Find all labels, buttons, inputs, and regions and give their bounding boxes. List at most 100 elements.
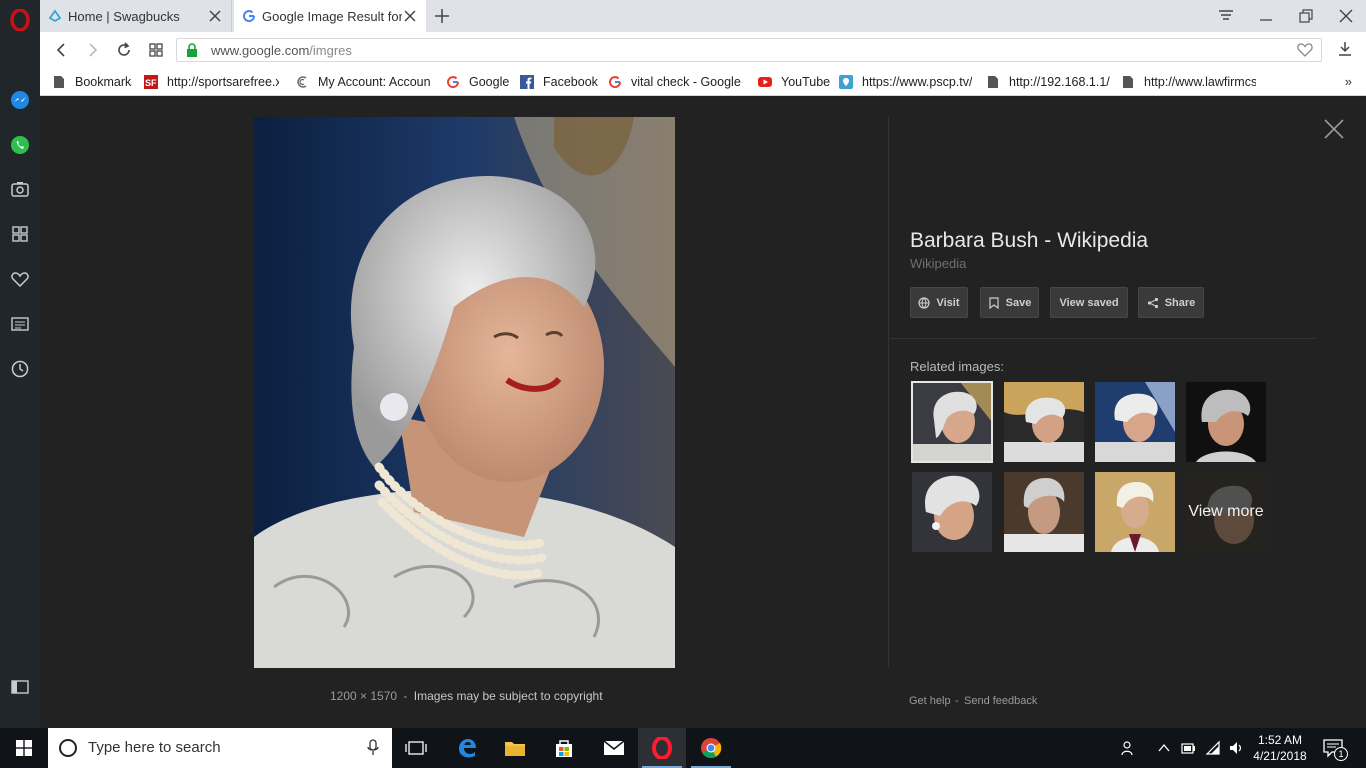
edge-icon [459,739,476,758]
chrome-app[interactable] [687,728,735,768]
get-help-link[interactable]: Get help [909,695,951,707]
wifi-icon[interactable] [1205,740,1221,756]
separator: - [403,689,408,703]
save-button[interactable]: Save [980,287,1039,318]
people-icon[interactable] [1121,740,1137,756]
search-placeholder: Type here to search [88,739,221,756]
bookmark-item[interactable]: My Account: Account [295,74,435,90]
tiles-icon[interactable] [146,40,166,60]
chevron-up-icon[interactable] [1156,740,1172,756]
volume-icon[interactable] [1228,740,1244,756]
forward-icon[interactable] [82,40,102,60]
chrome-icon [701,738,722,759]
sf-icon: SF [144,75,158,89]
snapshot-camera-icon[interactable] [8,177,32,201]
visit-button[interactable]: Visit [910,287,968,318]
bookmark-item[interactable]: Facebook [520,74,600,90]
google-icon [609,76,622,89]
bookmark-label: YouTube [781,75,831,89]
speed-dial-icon[interactable] [8,222,32,246]
view-saved-label: View saved [1059,296,1119,309]
share-icon [1147,297,1158,308]
google-icon [447,76,460,89]
edge-app[interactable] [443,728,491,768]
share-button[interactable]: Share [1138,287,1204,318]
globe-icon [918,296,931,309]
swagbucks-icon [48,9,62,23]
related-image[interactable] [1186,382,1266,462]
tab-swagbucks[interactable]: Home | Swagbucks [40,0,232,32]
minimize-icon[interactable] [1256,6,1276,26]
notification-count-badge: 1 [1334,747,1348,761]
related-image[interactable] [1004,472,1084,552]
url-field[interactable]: www.google.com/imgres [176,38,1322,62]
bookmark-item[interactable]: https://www.pscp.tv/ [839,74,979,90]
periscope-icon [839,75,853,89]
page-icon [988,76,998,88]
store-app[interactable] [540,728,588,768]
related-image[interactable] [1095,382,1175,462]
folder-icon [505,742,525,756]
opera-menu-icon[interactable] [8,8,32,32]
back-icon[interactable] [52,40,72,60]
bookmark-item[interactable]: Bookmarks [52,74,132,90]
bookmark-heart-icon[interactable] [1297,42,1313,58]
taskbar-search[interactable]: Type here to search [48,728,392,768]
reload-icon[interactable] [114,40,134,60]
bookmark-item[interactable]: SF http://sportsarefree.x [144,74,284,90]
battery-icon[interactable] [1180,740,1196,756]
new-tab-plus-icon[interactable] [432,6,452,26]
messenger-icon[interactable] [8,88,32,112]
bookmark-item[interactable]: Google [446,74,516,90]
bookmark-item[interactable]: http://www.lawfirmcs [1121,74,1261,90]
file-explorer-app[interactable] [491,728,539,768]
bookmark-label: Facebook [543,75,598,89]
result-source[interactable]: Wikipedia [910,256,966,271]
downloads-icon[interactable] [1336,40,1354,58]
main-image[interactable] [254,117,675,668]
bookmark-item[interactable]: http://192.168.1.1/ [986,74,1116,90]
close-viewer-icon[interactable] [1322,117,1346,141]
microphone-icon[interactable] [366,739,380,757]
more-bookmarks-button[interactable]: » [1345,74,1352,89]
google-icon [243,10,256,23]
whatsapp-icon[interactable] [8,133,32,157]
bookmark-label: https://www.pscp.tv/ [862,75,973,89]
related-image[interactable] [912,472,992,552]
close-tab-icon[interactable] [207,8,223,24]
start-button[interactable] [0,728,48,768]
news-icon[interactable] [8,312,32,336]
related-image[interactable] [1095,472,1175,552]
related-image[interactable] [911,381,993,463]
close-tab-icon[interactable] [402,8,418,24]
history-clock-icon[interactable] [8,357,32,381]
heart-bookmarks-icon[interactable] [8,267,32,291]
bookmark-label: Bookmarks [75,75,132,89]
mail-app[interactable] [590,728,638,768]
bookmark-label: vital check - Google S [631,75,745,89]
view-more-button[interactable]: View more [1186,472,1266,552]
tab-menu-icon[interactable] [1216,6,1236,26]
bookmark-item[interactable]: vital check - Google S [608,74,748,90]
task-view-button[interactable] [392,728,440,768]
view-saved-button[interactable]: View saved [1050,287,1128,318]
bookmark-label: http://sportsarefree.x [167,75,279,89]
opera-sidebar [0,0,40,728]
opera-app[interactable] [638,728,686,768]
tab-google-image-result[interactable]: Google Image Result for h [234,0,426,32]
bookmark-item[interactable]: YouTube [758,74,834,90]
sidebar-toggle-icon[interactable] [8,675,32,699]
send-feedback-link[interactable]: Send feedback [964,695,1037,707]
result-title[interactable]: Barbara Bush - Wikipedia [910,229,1148,253]
section-divider [890,338,1316,339]
svg-text:SF: SF [145,78,157,88]
copyright-notice: Images may be subject to copyright [413,689,603,703]
bookmark-icon [989,296,999,309]
related-image[interactable] [1004,382,1084,462]
close-window-icon[interactable] [1336,6,1356,26]
tab-title: Home | Swagbucks [68,8,180,24]
bookmark-label: http://www.lawfirmcs [1144,75,1256,89]
system-clock[interactable]: 1:52 AM 4/21/2018 [1248,732,1312,764]
restore-icon[interactable] [1296,6,1316,26]
youtube-icon [758,77,772,87]
